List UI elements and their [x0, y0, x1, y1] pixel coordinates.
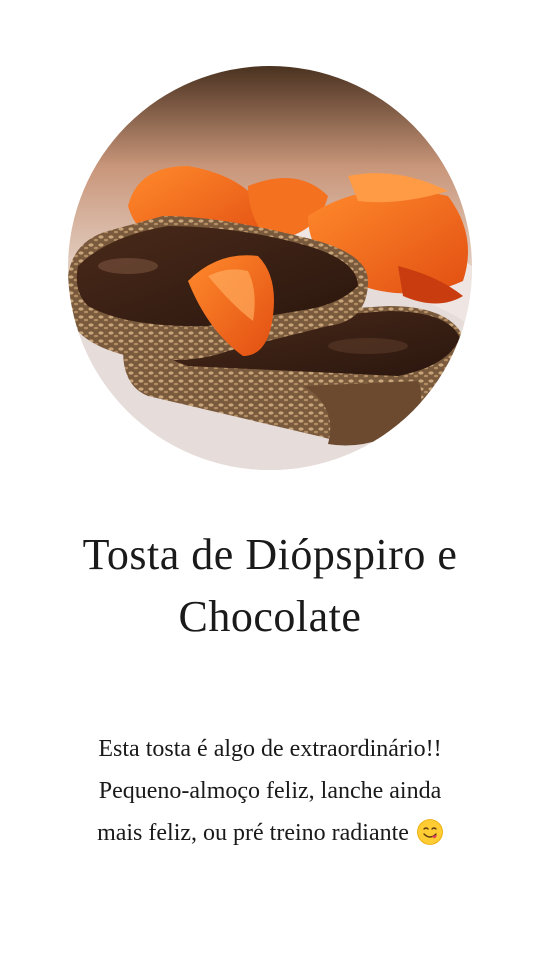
post-title-line-2: Chocolate — [178, 592, 362, 641]
post-title-line-1: Tosta de Diópspiro e — [82, 530, 458, 579]
description-line-2: Pequeno-almoço feliz, lanche ainda — [98, 778, 442, 804]
description-line-3: mais feliz, ou pré treino radiante — [97, 820, 409, 846]
description-line-3-wrap: mais feliz, ou pré treino radiante — [30, 812, 510, 854]
post-title: Tosta de Diópspiro e Chocolate — [30, 524, 510, 648]
toast-photo-icon — [68, 66, 472, 470]
yum-face-emoji-icon — [417, 819, 443, 845]
toast-photo — [68, 66, 472, 470]
description-line-1: Esta tosta é algo de extraordinário!! — [98, 736, 442, 762]
post-description: Esta tosta é algo de extraordinário!! Pe… — [30, 728, 510, 854]
